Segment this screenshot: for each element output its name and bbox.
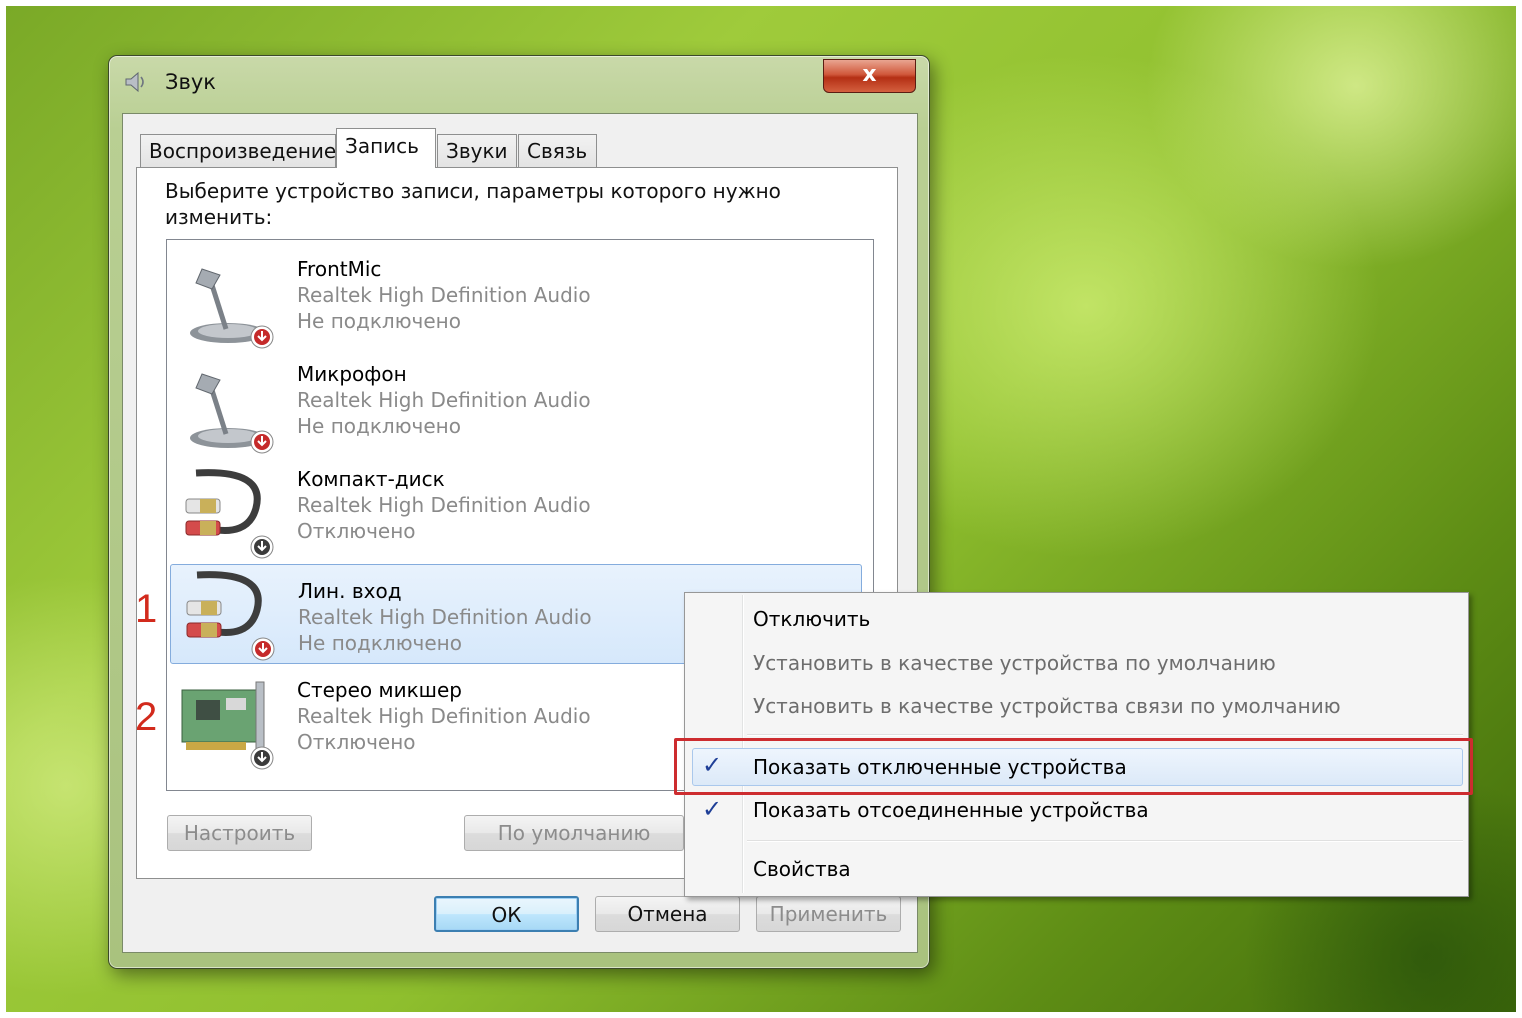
tab-sounds[interactable]: Звуки [437, 134, 517, 167]
rca-cable-icon [186, 571, 275, 661]
speaker-icon [125, 71, 144, 93]
microphone-icon [190, 268, 274, 349]
device-driver: Realtek High Definition Audio [297, 704, 591, 728]
configure-button[interactable]: Настроить [167, 815, 312, 851]
annotation-marker-2: 2 [135, 695, 158, 739]
annotation-marker-1: 1 [135, 587, 158, 631]
device-driver: Realtek High Definition Audio [297, 283, 591, 307]
tab-recording[interactable]: Запись [336, 128, 436, 168]
tab-communications[interactable]: Связь [518, 134, 597, 167]
ok-button[interactable]: ОК [434, 896, 579, 932]
device-driver: Realtek High Definition Audio [297, 493, 591, 517]
device-driver: Realtek High Definition Audio [298, 605, 592, 629]
menu-separator [747, 840, 1463, 842]
instruction-text: Выберите устройство записи, параметры ко… [165, 179, 781, 229]
close-button[interactable]: x [823, 59, 916, 93]
device-status: Не подключено [298, 631, 462, 655]
menu-item-set-default-comm[interactable]: Установить в качестве устройства связи п… [753, 694, 1341, 718]
device-name: Микрофон [297, 362, 407, 386]
cancel-button[interactable]: Отмена [595, 896, 740, 932]
device-name: Лин. вход [298, 579, 402, 603]
device-name: FrontMic [297, 257, 382, 281]
list-item[interactable]: Компакт-диск Realtek High Definition Aud… [170, 463, 862, 562]
device-status: Не подключено [297, 414, 461, 438]
highlight-box [674, 738, 1473, 795]
set-default-button[interactable]: По умолчанию [464, 815, 684, 851]
menu-item-properties[interactable]: Свойства [753, 857, 851, 881]
device-status: Не подключено [297, 309, 461, 333]
list-item[interactable]: FrontMic Realtek High Definition Audio Н… [170, 253, 862, 352]
device-name: Стерео микшер [297, 678, 462, 702]
microphone-icon [190, 373, 274, 454]
list-item[interactable]: Микрофон Realtek High Definition Audio Н… [170, 358, 862, 457]
device-status: Отключено [297, 519, 416, 543]
rca-cable-icon [185, 469, 274, 559]
device-driver: Realtek High Definition Audio [297, 388, 591, 412]
menu-item-disable[interactable]: Отключить [753, 607, 870, 631]
tab-playback[interactable]: Воспроизведение [140, 134, 336, 167]
device-name: Компакт-диск [297, 467, 445, 491]
device-status: Отключено [297, 730, 416, 754]
apply-button[interactable]: Применить [756, 896, 901, 932]
menu-item-set-default[interactable]: Установить в качестве устройства по умол… [753, 651, 1276, 675]
sound-card-icon [181, 681, 274, 770]
menu-item-show-disconnected[interactable]: Показать отсоединенные устройства [753, 798, 1149, 822]
window-title: Звук [165, 70, 216, 94]
menu-separator [747, 734, 1463, 736]
checkmark-icon: ✓ [702, 795, 723, 823]
